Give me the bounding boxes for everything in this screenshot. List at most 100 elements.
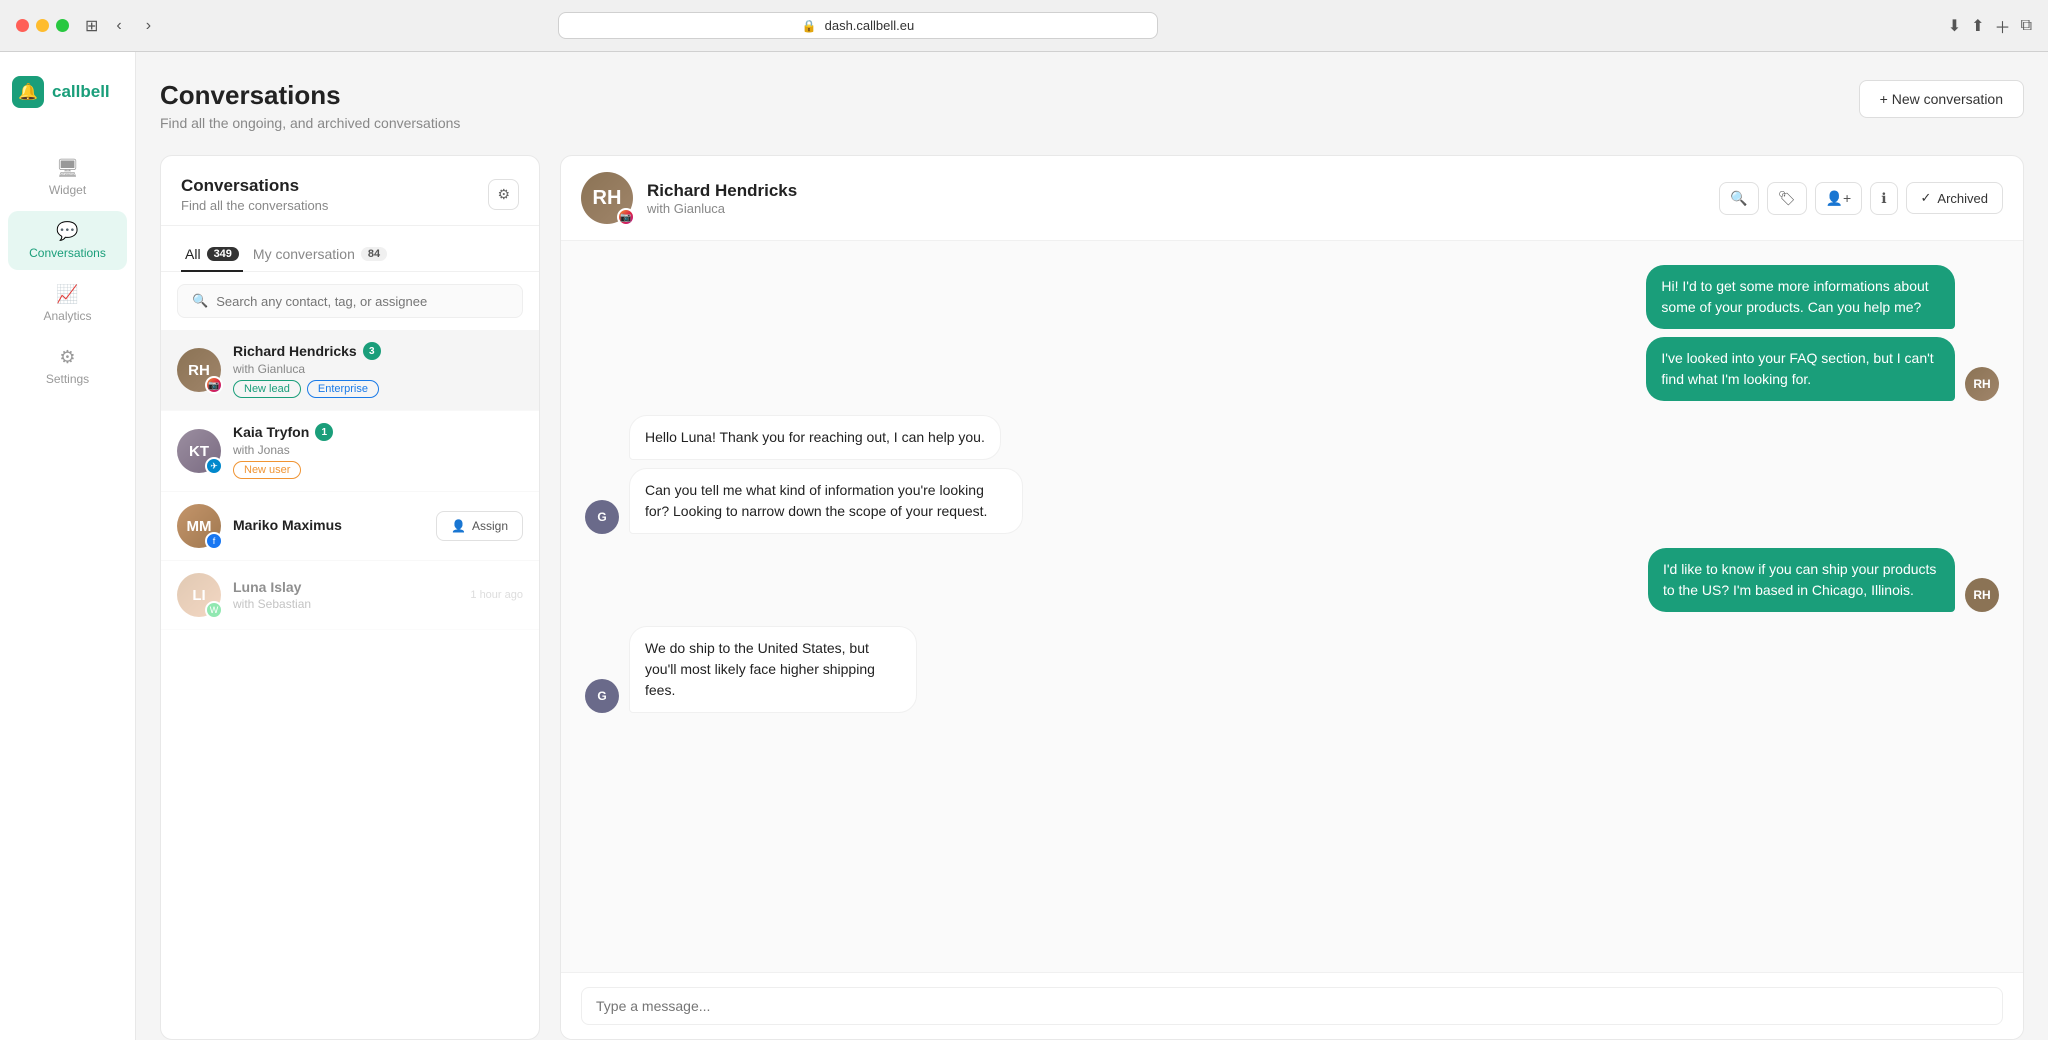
conv-name-luna: Luna Islay [233,579,301,595]
nav-items: 🖥 Widget 💬 Conversations 📈 Analytics ⚙ S… [0,148,135,396]
conversation-item-kaia[interactable]: KT ✈ Kaia Tryfon 1 with Jonas New user [161,411,539,492]
sidebar-item-label-conversations: Conversations [29,246,106,260]
agent-avatar: G [585,500,619,534]
message-5: I'd like to know if you can ship your pr… [585,548,1999,612]
search-bar: 🔍 [177,284,523,318]
tab-all[interactable]: All 349 [181,238,243,272]
conv-name-mariko: Mariko Maximus [233,517,342,533]
sidebar-toggle-button[interactable]: ⊞ [85,16,98,36]
sidebar-item-label-analytics: Analytics [43,309,91,323]
chat-info-button[interactable]: ℹ [1870,182,1897,215]
page-header-text: Conversations Find all the ongoing, and … [160,80,460,131]
tab-all-badge: 349 [207,247,239,261]
browser-actions: ⬇ ⬆ ＋ ⧉ [1948,14,2032,38]
main-content: Conversations Find all the ongoing, and … [136,52,2048,1040]
tag-new-lead: New lead [233,380,301,398]
chat-messages: Hi! I'd to get some more informations ab… [561,241,2023,972]
sidebar-item-label-widget: Widget [49,183,86,197]
chat-search-button[interactable]: 🔍 [1719,182,1758,215]
conversation-item-mariko[interactable]: MM f Mariko Maximus 👤 Assign [161,492,539,561]
panel-subtitle: Find all the conversations [181,198,328,213]
page-subtitle: Find all the ongoing, and archived conve… [160,115,460,131]
new-tab-button[interactable]: ＋ [1995,14,2011,38]
sidebar-item-widget[interactable]: 🖥 Widget [8,148,127,207]
assign-button[interactable]: 👤 Assign [436,511,523,541]
conversation-list: RH 📷 Richard Hendricks 3 with Gianluca N… [161,330,539,1039]
assign-person-icon: 👤 [451,519,466,533]
agent-avatar-2: G [585,679,619,713]
platform-badge-fb: f [205,532,223,550]
download-button[interactable]: ⬇ [1948,16,1961,36]
received-group-1: Hello Luna! Thank you for reaching out, … [629,415,1346,534]
chat-tag-button[interactable]: 🏷 [1767,182,1807,215]
fullscreen-button[interactable] [56,19,69,32]
browser-chrome: ⊞ ‹ › 🔒 dash.callbell.eu ⬇ ⬆ ＋ ⧉ [0,0,2048,52]
chat-panel: RH 📷 Richard Hendricks with Gianluca 🔍 🏷… [560,155,2024,1040]
logo: 🔔 callbell [0,76,135,108]
conv-name-row-mariko: Mariko Maximus [233,517,424,533]
sidebar: 🔔 callbell 🖥 Widget 💬 Conversations 📈 An… [0,52,136,1040]
conv-sub-kaia: with Jonas [233,443,523,457]
checkmark-icon: ✓ [1921,190,1932,206]
panel-header: Conversations Find all the conversations… [161,156,539,226]
tab-my-badge: 84 [361,247,387,261]
message-bubble-3: Hello Luna! Thank you for reaching out, … [629,415,1001,460]
avatar-wrap-luna: LI W [177,573,221,617]
content-area: Conversations Find all the conversations… [160,155,2024,1040]
forward-button[interactable]: › [140,15,157,37]
tab-my-conversation[interactable]: My conversation 84 [249,238,391,272]
chat-contact-sub: with Gianluca [647,201,1705,216]
sidebar-item-conversations[interactable]: 💬 Conversations [8,211,127,270]
search-icon: 🔍 [192,293,208,309]
avatar-wrap-kaia: KT ✈ [177,429,221,473]
message-1: Hi! I'd to get some more informations ab… [585,265,1999,401]
app: 🔔 callbell 🖥 Widget 💬 Conversations 📈 An… [0,52,2048,1040]
platform-badge-tg: ✈ [205,457,223,475]
conv-name-row-kaia: Kaia Tryfon 1 [233,423,523,441]
chat-input-area [561,972,2023,1039]
widget-icon: 🖥 [56,158,79,179]
close-button[interactable] [16,19,29,32]
minimize-button[interactable] [36,19,49,32]
lock-icon: 🔒 [802,19,817,33]
archived-button[interactable]: ✓ Archived [1906,182,2003,214]
page-header: Conversations Find all the ongoing, and … [160,80,2024,131]
message-bubble-6: We do ship to the United States, but you… [629,626,917,713]
chat-contact-name: Richard Hendricks [647,181,1705,201]
chat-avatar-wrap: RH 📷 [581,172,633,224]
sidebar-item-analytics[interactable]: 📈 Analytics [8,274,127,333]
search-input[interactable] [216,294,508,309]
conv-name-richard: Richard Hendricks [233,343,357,359]
conv-time-luna: 1 hour ago [470,589,523,601]
conversation-item-richard[interactable]: RH 📷 Richard Hendricks 3 with Gianluca N… [161,330,539,411]
conv-info-mariko: Mariko Maximus [233,517,424,535]
new-conversation-button[interactable]: + New conversation [1859,80,2024,118]
conversation-item-luna[interactable]: LI W Luna Islay with Sebastian 1 hour ag… [161,561,539,630]
tag-enterprise: Enterprise [307,380,379,398]
conv-tags-kaia: New user [233,461,523,479]
conversations-icon: 💬 [56,221,78,242]
platform-badge-ig: 📷 [205,376,223,394]
page-title: Conversations [160,80,460,111]
sent-group-1: Hi! I'd to get some more informations ab… [1394,265,1955,401]
logo-text: callbell [52,82,110,102]
archived-label: Archived [1937,191,1988,206]
conv-sub-richard: with Gianluca [233,362,523,376]
address-bar[interactable]: 🔒 dash.callbell.eu [558,12,1158,39]
url-text: dash.callbell.eu [825,18,915,33]
tab-all-label: All [185,246,201,262]
chat-input[interactable] [581,987,2003,1025]
conv-sub-luna: with Sebastian [233,597,458,611]
sent-avatar-2: RH [1965,578,1999,612]
tabs-button[interactable]: ⧉ [2021,17,2032,35]
sidebar-item-settings[interactable]: ⚙ Settings [8,337,127,396]
chat-actions: 🔍 🏷 👤+ ℹ ✓ Archived [1719,182,2003,215]
unread-badge-kaia: 1 [315,423,333,441]
share-button[interactable]: ⬆ [1971,16,1984,36]
back-button[interactable]: ‹ [110,15,127,37]
conv-info-kaia: Kaia Tryfon 1 with Jonas New user [233,423,523,479]
chat-add-user-button[interactable]: 👤+ [1815,182,1863,215]
panel-settings-button[interactable]: ⚙ [488,179,519,210]
panel-header-top: Conversations Find all the conversations… [181,176,519,213]
conv-info-luna: Luna Islay with Sebastian [233,579,458,611]
